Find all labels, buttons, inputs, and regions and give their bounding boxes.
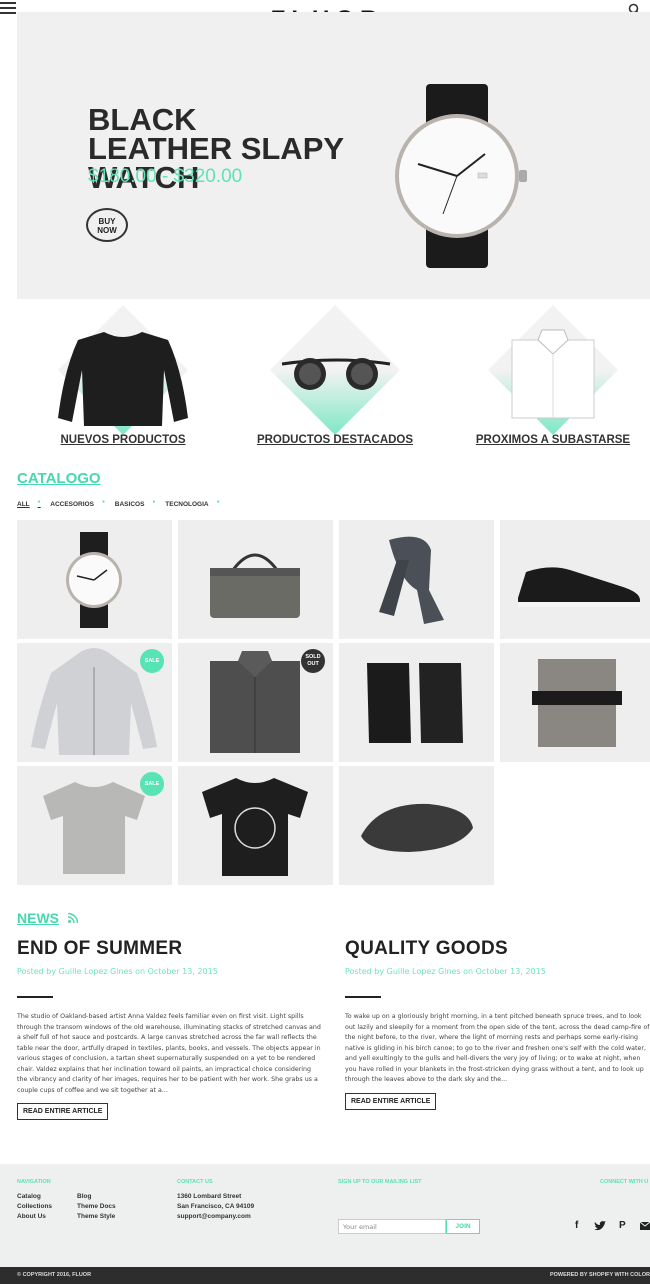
footer-heading-navigation: NAVIGATION <box>17 1179 51 1185</box>
article-title[interactable]: END OF SUMMER <box>17 938 322 960</box>
divider <box>345 996 381 998</box>
footer-link[interactable]: Collections <box>17 1202 52 1212</box>
sweater-image <box>58 332 188 426</box>
footer-link[interactable]: Theme Style <box>77 1212 116 1222</box>
footer-link[interactable]: Catalog <box>17 1192 52 1202</box>
news-article: QUALITY GOODS Posted by Guille Lopez Gin… <box>345 938 650 1110</box>
join-button[interactable]: JOIN <box>446 1219 480 1234</box>
sold-out-badge: SOLD OUT <box>301 649 325 673</box>
product-tile-bag[interactable] <box>178 520 333 639</box>
sunglasses-image <box>281 358 391 390</box>
article-byline: Posted by Guille Lopez Gines on October … <box>345 967 546 976</box>
scarf-image <box>379 536 444 624</box>
footer-heading-signup: SIGN UP TO OUR MAILING LIST <box>338 1179 422 1185</box>
filter-basicos[interactable]: BASICOS ● <box>115 499 156 508</box>
product-tile-tshirt-black[interactable] <box>178 766 333 885</box>
article-excerpt: The studio of Oakland-based artist Anna … <box>17 1013 321 1094</box>
article-excerpt: To wake up on a gloriously bright mornin… <box>345 1013 650 1083</box>
news-article: END OF SUMMER Posted by Guille Lopez Gin… <box>17 938 322 1120</box>
category-label[interactable]: NUEVOS PRODUCTOS <box>18 434 228 446</box>
filter-all[interactable]: ALL ● <box>17 499 41 508</box>
footer-heading-connect: CONNECT WITH U <box>600 1179 649 1185</box>
footer-nav-col2: Blog Theme Docs Theme Style <box>77 1192 116 1222</box>
footer-link[interactable]: Theme Docs <box>77 1202 116 1212</box>
white-shirt-image <box>511 329 595 419</box>
footer-nav-col1: Catalog Collections About Us <box>17 1192 52 1222</box>
category-upcoming-auction[interactable]: PROXIMOS A SUBASTARSE <box>476 304 630 452</box>
address-line: San Francisco, CA 94109 <box>177 1203 255 1210</box>
product-tile-shoe[interactable] <box>500 520 650 639</box>
gloves-image <box>367 663 463 743</box>
twitter-icon[interactable] <box>594 1221 606 1231</box>
product-tile-scarf[interactable] <box>339 520 494 639</box>
category-label[interactable]: PROXIMOS A SUBASTARSE <box>448 434 650 446</box>
product-tile-tshirt-grey[interactable]: SALE <box>17 766 172 885</box>
dot-icon: ● <box>37 499 41 505</box>
dot-icon: ● <box>152 499 156 505</box>
category-featured-products[interactable]: PRODUCTOS DESTACADOS <box>257 304 413 452</box>
news-title[interactable]: NEWS <box>17 910 59 926</box>
address-line: 1360 Lombard Street <box>177 1193 242 1200</box>
buy-now-button[interactable]: BUY NOW <box>86 208 128 242</box>
article-title[interactable]: QUALITY GOODS <box>345 938 650 960</box>
sale-badge: SALE <box>140 649 164 673</box>
catalog-title[interactable]: CATALOGO <box>17 470 101 487</box>
rss-icon[interactable] <box>68 913 78 923</box>
powered-by-text[interactable]: POWERED BY SHOPIFY WITH COLOR <box>550 1272 650 1278</box>
footer-link[interactable]: About Us <box>17 1212 52 1222</box>
hero-watch-image <box>395 84 527 268</box>
footer-contact: 1360 Lombard Street San Francisco, CA 94… <box>177 1192 254 1222</box>
dot-icon: ● <box>101 499 105 505</box>
shoe-image <box>518 567 640 607</box>
product-tile-notebook[interactable] <box>500 643 650 762</box>
pinterest-icon[interactable]: P <box>619 1220 626 1231</box>
flat-cap-image <box>361 803 473 852</box>
mail-icon[interactable] <box>640 1222 650 1230</box>
footer-link[interactable]: Blog <box>77 1192 116 1202</box>
facebook-icon[interactable]: f <box>575 1220 578 1231</box>
read-article-button[interactable]: READ ENTIRE ARTICLE <box>17 1103 109 1120</box>
hero-price: $180.00 - $320.00 <box>88 166 243 187</box>
filter-tecnologia[interactable]: TECNOLOGIA ● <box>165 499 220 508</box>
divider <box>17 996 53 998</box>
notebook-image <box>532 659 622 747</box>
email-input[interactable]: Your email <box>338 1219 446 1234</box>
product-tile-cap[interactable] <box>339 766 494 885</box>
watch-image <box>66 532 122 628</box>
footer-heading-contact: CONTACT US <box>177 1179 213 1185</box>
copyright-text: © COPYRIGHT 2016, FLUOR <box>17 1272 92 1278</box>
email-link[interactable]: support@company.com <box>177 1212 254 1222</box>
catalog-filters: ALL ● ACCESORIOS ● BASICOS ● TECNOLOGIA ● <box>17 499 228 508</box>
category-new-products[interactable]: NUEVOS PRODUCTOS <box>48 304 198 452</box>
product-tile-gloves[interactable] <box>339 643 494 762</box>
product-tile-jacket[interactable]: SALE <box>17 643 172 762</box>
sale-badge: SALE <box>140 772 164 796</box>
bag-image <box>210 553 300 618</box>
product-tile-shirt[interactable]: SOLD OUT <box>178 643 333 762</box>
product-tile-watch[interactable] <box>17 520 172 639</box>
black-tshirt-image <box>202 778 308 876</box>
article-byline: Posted by Guille Lopez Gines on October … <box>17 967 218 976</box>
filter-accesorios[interactable]: ACCESORIOS ● <box>50 499 105 508</box>
category-label[interactable]: PRODUCTOS DESTACADOS <box>230 434 440 446</box>
read-article-button[interactable]: READ ENTIRE ARTICLE <box>345 1092 437 1110</box>
dot-icon: ● <box>216 499 220 505</box>
